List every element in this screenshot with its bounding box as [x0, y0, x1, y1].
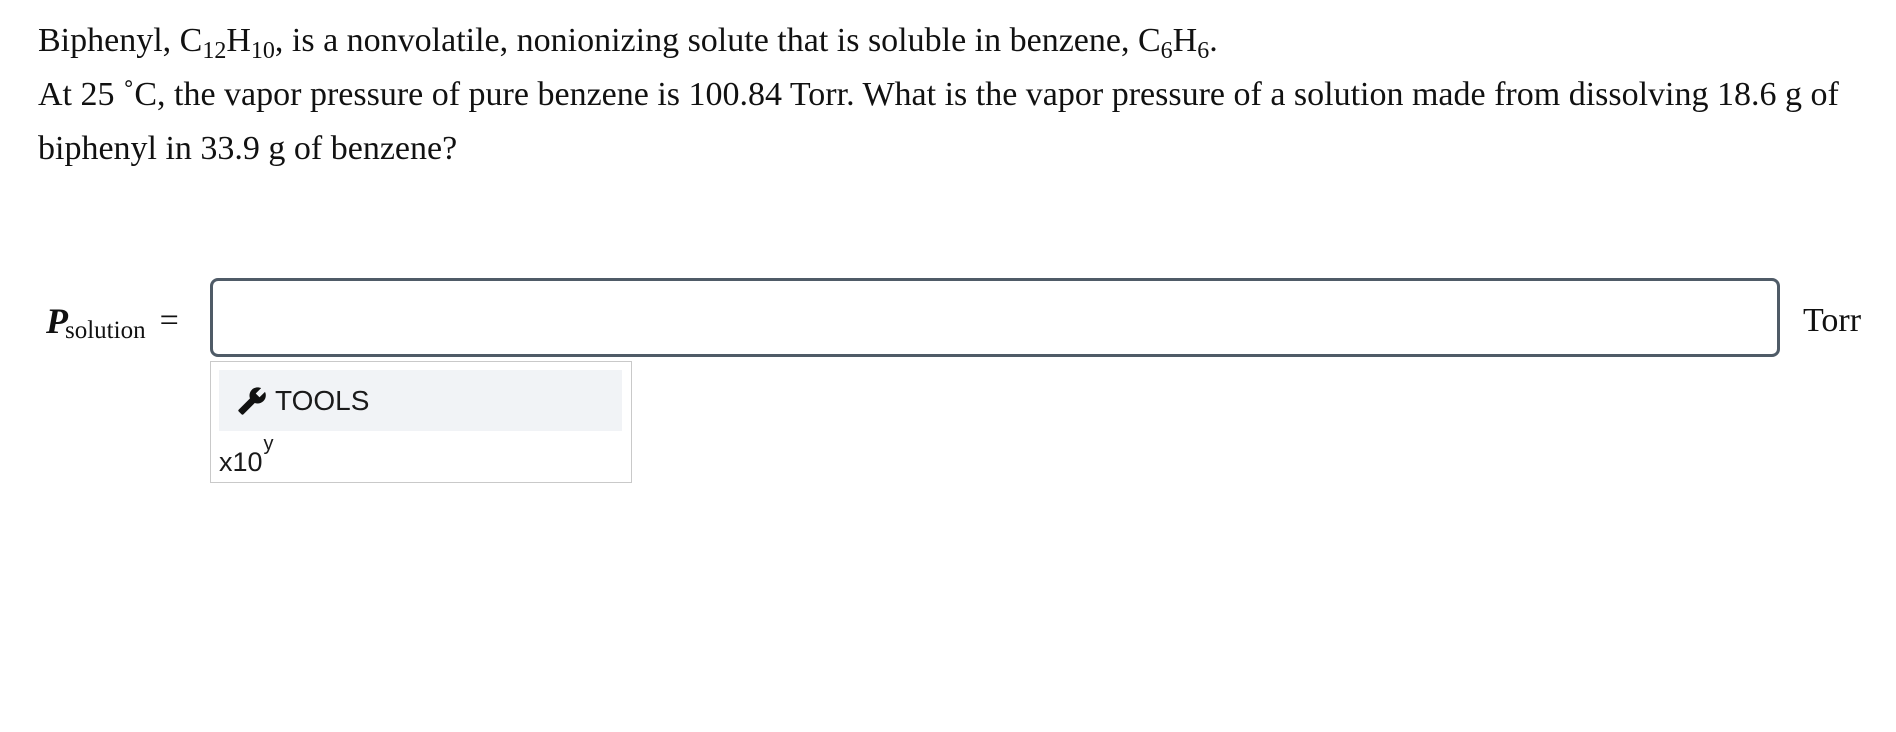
formula-subscript: 12	[202, 38, 227, 64]
scientific-notation-button[interactable]: x10 y	[219, 433, 274, 478]
question-line-2: At 25 ˚C, the vapor pressure of pure ben…	[38, 76, 1839, 167]
tools-button-label: TOOLS	[275, 384, 370, 416]
question-line-1-post: .	[1209, 22, 1218, 59]
formula-subscript: 6	[1197, 38, 1210, 64]
question-text: Biphenyl, C12H10, is a nonvolatile, noni…	[38, 14, 1858, 176]
wrench-icon	[237, 386, 267, 416]
question-line-1-mid: H	[1172, 22, 1198, 59]
sci-notation-exponent: y	[263, 433, 274, 455]
answer-label: Psolution =	[46, 296, 179, 346]
question-line-1-pre: Biphenyl, C	[38, 22, 203, 59]
equals-sign: =	[159, 302, 179, 339]
question-line-1-mid: , is a nonvolatile, nonionizing solute t…	[274, 22, 1161, 59]
question-line-1-mid: H	[226, 22, 251, 59]
tools-panel: TOOLS x10 y	[210, 361, 632, 483]
tools-button[interactable]: TOOLS	[219, 370, 622, 431]
answer-input[interactable]	[210, 278, 1780, 357]
formula-subscript: 6	[1160, 38, 1173, 64]
sci-notation-base: x10	[219, 447, 263, 477]
unit-label: Torr	[1803, 302, 1862, 339]
question-line-1: Biphenyl, C12H10, is a nonvolatile, noni…	[38, 14, 1858, 68]
formula-subscript: 10	[250, 38, 275, 64]
answer-variable-subscript: solution	[65, 317, 146, 344]
